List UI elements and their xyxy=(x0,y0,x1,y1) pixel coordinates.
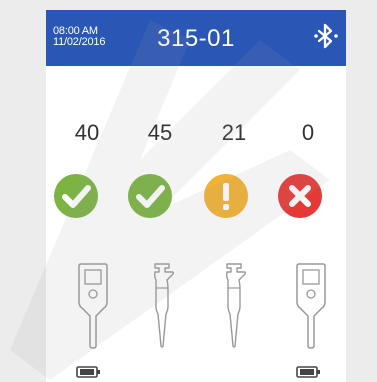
count-4: 0 xyxy=(301,120,315,145)
pipette-icon xyxy=(225,263,247,348)
check-icon xyxy=(128,174,172,218)
device-screen: 08:00 AM 11/02/2016 315-01 40 45 21 0 xyxy=(46,10,346,382)
device-id-title: 315-01 xyxy=(157,25,235,52)
bluetooth-icon[interactable] xyxy=(312,22,340,50)
status-header: 08:00 AM 11/02/2016 315-01 xyxy=(46,10,346,66)
app-frame: 08:00 AM 11/02/2016 315-01 40 45 21 0 xyxy=(0,0,377,382)
battery-icon xyxy=(76,366,100,378)
handheld-pipette-controller-icon xyxy=(296,263,326,349)
count-2: 45 xyxy=(147,120,173,145)
error-x-icon xyxy=(278,174,322,218)
count-3: 21 xyxy=(221,120,247,145)
check-icon xyxy=(54,174,98,218)
device-list xyxy=(46,262,346,382)
pipette-icon xyxy=(153,263,175,348)
battery-icon xyxy=(296,366,320,378)
handheld-pipette-controller-icon xyxy=(78,263,108,349)
counts-row: 40 45 21 0 xyxy=(46,118,346,148)
warning-icon xyxy=(204,174,248,218)
count-1: 40 xyxy=(74,120,100,145)
